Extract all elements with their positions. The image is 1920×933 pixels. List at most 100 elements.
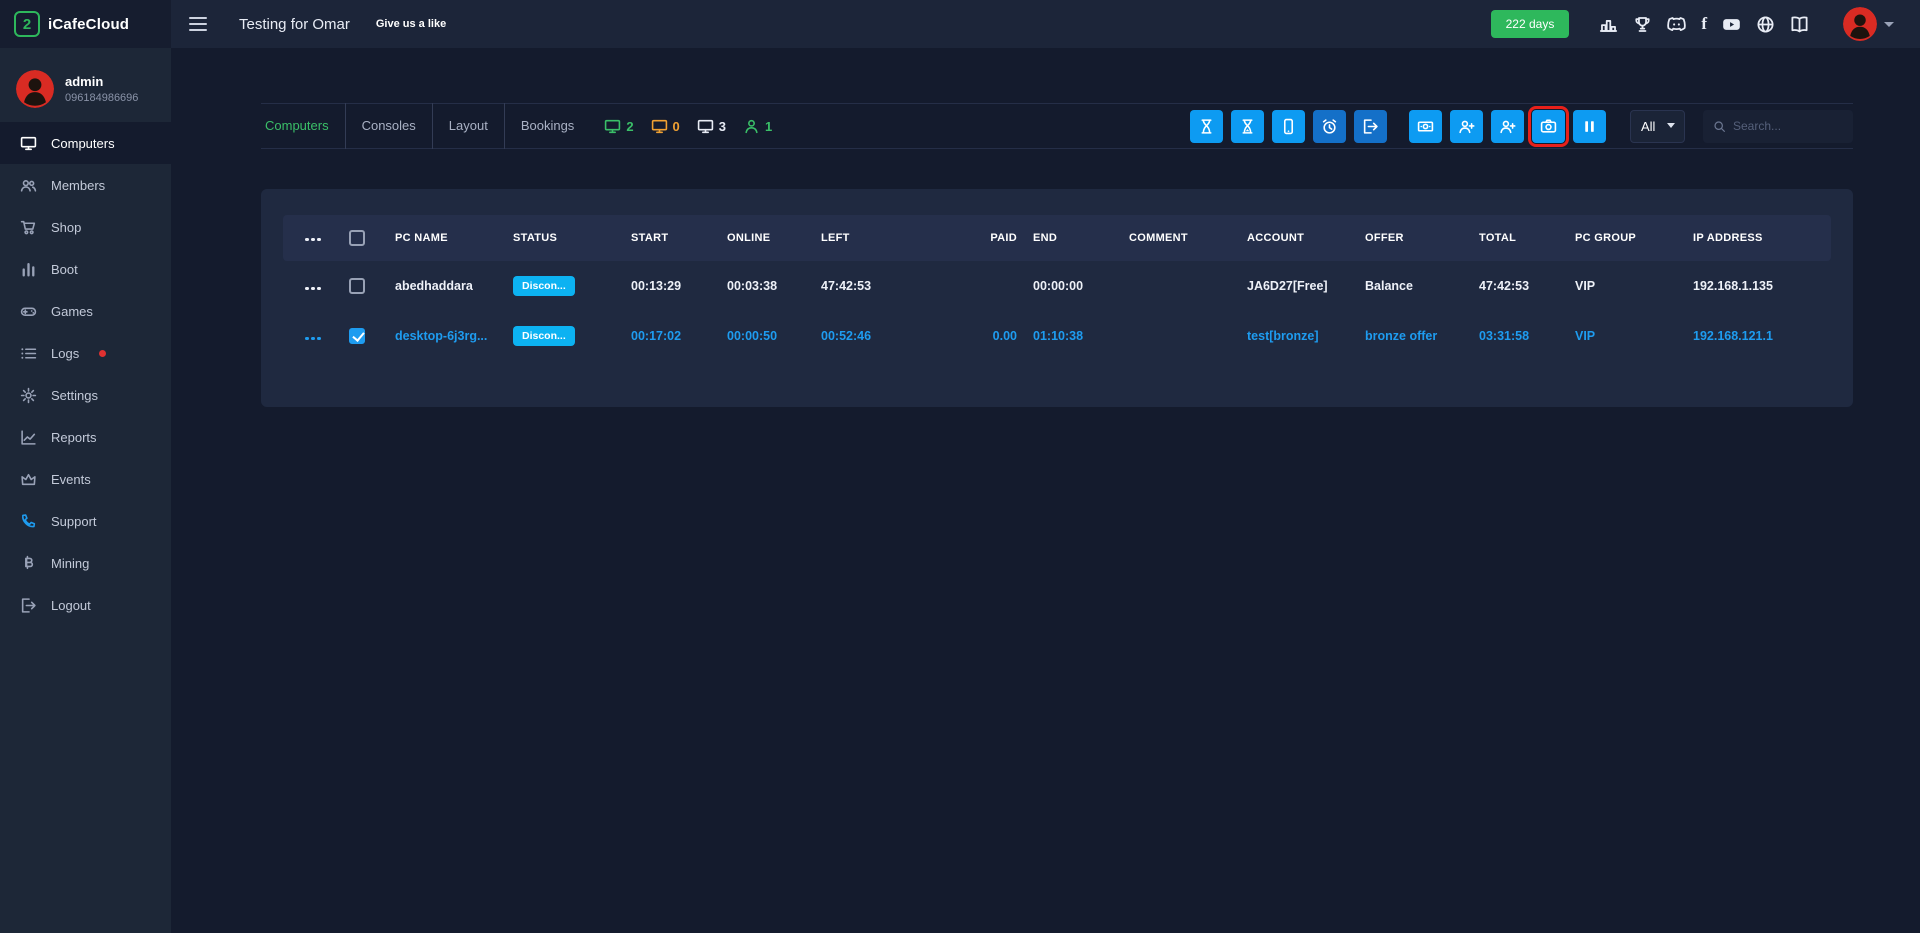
youtube-icon[interactable]	[1722, 15, 1741, 34]
gear-icon	[20, 387, 37, 404]
menu-toggle-icon[interactable]	[189, 17, 207, 31]
hourglass-end-button[interactable]	[1231, 110, 1264, 143]
col-pc-group: PC GROUP	[1567, 215, 1685, 261]
search-input[interactable]	[1733, 119, 1843, 133]
filter-select-wrap: All	[1630, 110, 1685, 143]
tab-layout[interactable]: Layout	[433, 103, 505, 149]
chevron-down-icon	[1884, 22, 1894, 27]
gamepad-icon	[20, 303, 37, 320]
col-online: ONLINE	[719, 215, 813, 261]
cell-pc-group: VIP	[1567, 311, 1685, 361]
sidebar-item-events[interactable]: Events	[0, 458, 171, 500]
trophy-icon[interactable]	[1633, 15, 1652, 34]
main-content: Computers Consoles Layout Bookings 2 0 3…	[171, 48, 1920, 933]
table-row: abedhaddara Discon... 00:13:29 00:03:38 …	[283, 261, 1831, 311]
header-actions-icon[interactable]	[305, 238, 323, 242]
col-left: LEFT	[813, 215, 973, 261]
cell-paid	[973, 261, 1025, 311]
checkout-button[interactable]	[1354, 110, 1387, 143]
cell-pc-group: VIP	[1567, 261, 1685, 311]
sidebar-user: admin 096184986696	[0, 62, 171, 122]
topbar: 2 iCafeCloud Testing for Omar Give us a …	[0, 0, 1920, 48]
cell-comment	[1121, 261, 1239, 311]
sidebar-item-members[interactable]: Members	[0, 164, 171, 206]
pc-name-link[interactable]: abedhaddara	[395, 279, 473, 293]
sidebar: admin 096184986696 Computers Members Sho…	[0, 48, 171, 933]
book-icon[interactable]	[1790, 15, 1809, 34]
row-checkbox[interactable]	[349, 278, 365, 294]
toolbar-group-account	[1409, 110, 1565, 143]
col-pc-name: PC NAME	[387, 215, 505, 261]
pc-name-link[interactable]: desktop-6j3rg...	[395, 329, 487, 343]
row-actions-icon[interactable]	[305, 287, 323, 291]
cell-account: JA6D27[Free]	[1239, 261, 1357, 311]
computers-card: PC NAME STATUS START ONLINE LEFT PAID EN…	[261, 189, 1853, 407]
alarm-button[interactable]	[1313, 110, 1346, 143]
page-title: Testing for Omar	[239, 16, 350, 33]
brand-logo-icon: 2	[14, 11, 40, 37]
cell-offer: Balance	[1357, 261, 1471, 311]
cell-online: 00:00:50	[719, 311, 813, 361]
row-checkbox[interactable]	[349, 328, 365, 344]
chart-icon	[20, 429, 37, 446]
cell-start: 00:17:02	[623, 311, 719, 361]
globe-icon[interactable]	[1756, 15, 1775, 34]
select-all-checkbox[interactable]	[349, 230, 365, 246]
bars-icon	[20, 261, 37, 278]
cell-end: 00:00:00	[1025, 261, 1121, 311]
app: 2 iCafeCloud Testing for Omar Give us a …	[0, 0, 1920, 933]
filter-select[interactable]: All	[1630, 110, 1685, 143]
col-end: END	[1025, 215, 1121, 261]
sidebar-item-reports[interactable]: Reports	[0, 416, 171, 458]
tab-computers[interactable]: Computers	[261, 103, 346, 149]
cart-icon	[20, 219, 37, 236]
col-ip-address: IP ADDRESS	[1685, 215, 1831, 261]
user-plus-2-button[interactable]	[1491, 110, 1524, 143]
ranking-icon[interactable]	[1599, 15, 1618, 34]
sidebar-item-boot[interactable]: Boot	[0, 248, 171, 290]
counter-online-pcs: 2	[604, 118, 633, 135]
crown-icon	[20, 471, 37, 488]
sidebar-item-support[interactable]: Support	[0, 500, 171, 542]
counter-offline-pcs: 3	[697, 118, 726, 135]
facebook-icon[interactable]: f	[1701, 14, 1707, 34]
counter-members: 1	[743, 118, 772, 135]
sidebar-item-shop[interactable]: Shop	[0, 206, 171, 248]
discord-icon[interactable]	[1667, 15, 1686, 34]
counter-busy-pcs: 0	[651, 118, 680, 135]
sidebar-item-games[interactable]: Games	[0, 290, 171, 332]
row-actions-icon[interactable]	[305, 337, 323, 341]
col-total: TOTAL	[1471, 215, 1567, 261]
search-icon	[1713, 120, 1726, 133]
mobile-button[interactable]	[1272, 110, 1305, 143]
sidebar-item-logout[interactable]: Logout	[0, 584, 171, 626]
days-remaining-button[interactable]: 222 days	[1491, 10, 1570, 38]
cell-left: 00:52:46	[813, 311, 973, 361]
table-row: desktop-6j3rg... Discon... 00:17:02 00:0…	[283, 311, 1831, 361]
give-us-a-like-link[interactable]: Give us a like	[376, 18, 446, 30]
cell-total: 03:31:58	[1471, 311, 1567, 361]
sidebar-item-settings[interactable]: Settings	[0, 374, 171, 416]
col-status: STATUS	[505, 215, 623, 261]
bitcoin-icon	[20, 555, 37, 572]
notification-dot	[99, 350, 106, 357]
user-menu[interactable]	[1843, 7, 1894, 41]
tab-bookings[interactable]: Bookings	[505, 103, 590, 149]
sidebar-item-logs[interactable]: Logs	[0, 332, 171, 374]
list-icon	[20, 345, 37, 362]
computers-table: PC NAME STATUS START ONLINE LEFT PAID EN…	[283, 215, 1831, 361]
hourglass-button[interactable]	[1190, 110, 1223, 143]
cell-account: test[bronze]	[1239, 311, 1357, 361]
users-icon	[20, 177, 37, 194]
sidebar-item-mining[interactable]: Mining	[0, 542, 171, 584]
status-badge: Discon...	[513, 326, 575, 346]
tab-consoles[interactable]: Consoles	[346, 103, 433, 149]
pause-button[interactable]	[1573, 110, 1606, 143]
topbar-icons: f	[1599, 14, 1809, 34]
cell-online: 00:03:38	[719, 261, 813, 311]
cash-button[interactable]	[1409, 110, 1442, 143]
sidebar-item-computers[interactable]: Computers	[0, 122, 171, 164]
screenshot-button[interactable]	[1532, 110, 1565, 143]
user-plus-button[interactable]	[1450, 110, 1483, 143]
status-badge: Discon...	[513, 276, 575, 296]
